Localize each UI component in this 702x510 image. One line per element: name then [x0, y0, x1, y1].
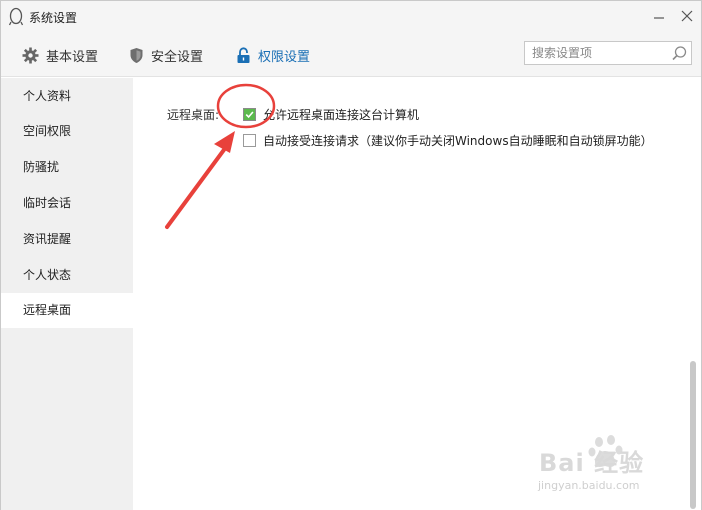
watermark-url: jingyan.baidu.com [538, 479, 640, 492]
close-icon[interactable] [679, 8, 695, 24]
auto-accept-checkbox[interactable] [243, 134, 256, 147]
sidebar-item-news-reminder[interactable]: 资讯提醒 [1, 222, 133, 257]
search-box [524, 41, 692, 65]
tab-permission-settings-label: 权限设置 [258, 49, 311, 65]
sidebar-item-temp-session[interactable]: 临时会话 [1, 186, 133, 221]
sidebar-item-profile[interactable]: 个人资料 [1, 79, 133, 114]
baidu-watermark: Bai 经验 jingyan.baidu.com [535, 433, 665, 497]
search-input[interactable] [525, 42, 665, 64]
sidebar-item-personal-status[interactable]: 个人状态 [1, 258, 133, 293]
settings-window: 系统设置 基本设置 安全设置 权限设置 搜索设置项 个人资料 空间权限 防骚扰 … [0, 0, 702, 510]
tab-basic-settings[interactable]: 基本设置 [22, 33, 98, 77]
watermark-main-text: Bai 经验 [539, 449, 645, 477]
shield-icon [130, 47, 143, 63]
sidebar-nav: 个人资料 空间权限 防骚扰 临时会话 资讯提醒 个人状态 远程桌面 [1, 78, 133, 510]
gear-icon [22, 47, 39, 63]
settings-toolbar: 基本设置 安全设置 权限设置 [1, 33, 701, 77]
qq-penguin-icon [8, 7, 24, 26]
sidebar-item-remote-desktop[interactable]: 远程桌面 [1, 293, 133, 328]
minimize-icon[interactable] [651, 9, 667, 25]
checkmark-icon [244, 109, 255, 120]
auto-accept-label[interactable]: 自动接受连接请求（建议你手动关闭Windows自动睡眠和自动锁屏功能） [263, 132, 653, 149]
allow-remote-desktop-label[interactable]: 允许远程桌面连接这台计算机 [263, 106, 419, 123]
remote-desktop-section-label: 远程桌面: [167, 108, 220, 122]
tab-security-settings[interactable]: 安全设置 [129, 33, 203, 77]
scrollbar[interactable] [690, 361, 696, 509]
tab-basic-settings-label: 基本设置 [46, 49, 99, 65]
window-title: 系统设置 [29, 11, 78, 25]
sidebar-item-anti-harassment[interactable]: 防骚扰 [1, 150, 133, 185]
tab-security-settings-label: 安全设置 [151, 49, 204, 65]
search-icon[interactable] [671, 45, 688, 62]
lock-icon [237, 46, 250, 63]
title-bar: 系统设置 [1, 1, 701, 33]
allow-remote-desktop-checkbox[interactable] [243, 108, 256, 121]
sidebar-item-space-permission[interactable]: 空间权限 [1, 114, 133, 149]
tab-permission-settings[interactable]: 权限设置 [236, 33, 310, 77]
